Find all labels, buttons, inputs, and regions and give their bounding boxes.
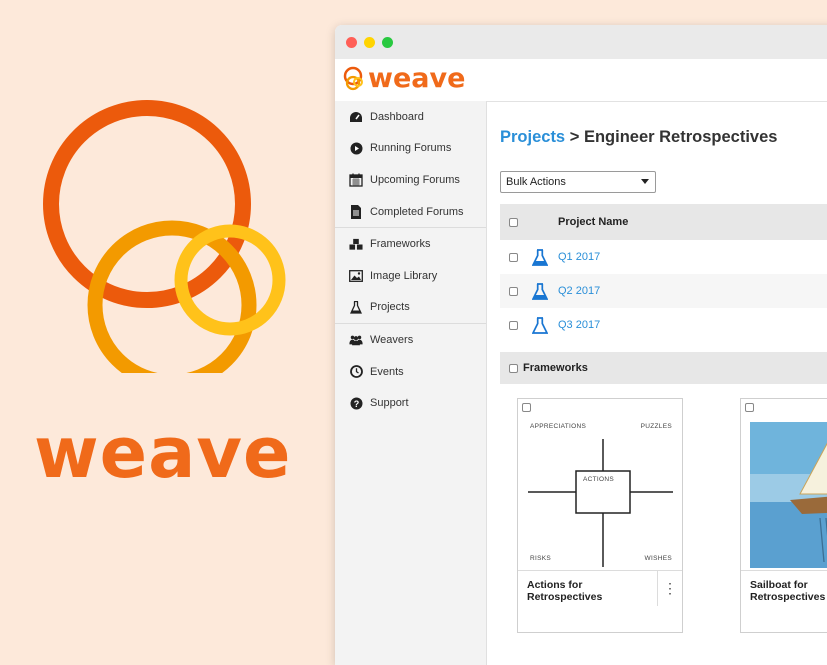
sidebar-item-projects[interactable]: Projects (335, 292, 486, 324)
main-content: Projects > Engineer Retrospectives Bulk … (487, 101, 827, 665)
project-link[interactable]: Q2 2017 (558, 285, 600, 297)
weave-rings-logo (43, 100, 286, 373)
sidebar-item-label: Running Forums (370, 142, 452, 155)
grid-label-top-right: PUZZLES (640, 423, 672, 430)
dashboard-icon (349, 110, 363, 124)
maximize-window-button[interactable] (382, 37, 393, 48)
sidebar-item-label: Image Library (370, 269, 438, 282)
card-footer: Sailboat for Retrospectives (741, 570, 827, 632)
project-link[interactable]: Q3 2017 (558, 319, 600, 331)
card-menu-button[interactable]: ⋮ (657, 571, 682, 606)
flask-icon (349, 300, 363, 314)
question-icon: ? (349, 396, 363, 410)
sidebar-item-frameworks[interactable]: Frameworks (335, 227, 486, 260)
app-logo-text: weave (368, 63, 466, 94)
sidebar-item-completed-forums[interactable]: Completed Forums (335, 196, 486, 228)
grid-label-center: ACTIONS (583, 476, 614, 483)
app-logo[interactable]: weave (342, 65, 465, 92)
sidebar-item-label: Upcoming Forums (370, 173, 460, 186)
sidebar-item-label: Projects (370, 301, 410, 314)
minimize-window-button[interactable] (364, 37, 375, 48)
sidebar-item-dashboard[interactable]: Dashboard (335, 101, 486, 133)
calendar-icon (349, 173, 363, 187)
sidebar-item-events[interactable]: Events (335, 356, 486, 388)
sidebar-item-support[interactable]: ? Support (335, 387, 486, 419)
frameworks-section-header: Frameworks (500, 352, 827, 384)
framework-card[interactable]: APPRECIATIONS PUZZLES ACTIONS RISKS WISH… (517, 398, 683, 633)
sailboat-thumbnail (750, 422, 827, 568)
sidebar-item-label: Weavers (370, 333, 414, 346)
row-checkbox[interactable] (509, 286, 518, 296)
sidebar-item-upcoming-forums[interactable]: Upcoming Forums (335, 164, 486, 196)
table-header: Project Name (500, 204, 827, 240)
select-all-checkbox[interactable] (509, 217, 518, 227)
svg-text:?: ? (353, 398, 359, 408)
sidebar-item-label: Frameworks (370, 238, 431, 251)
cubes-icon (349, 237, 363, 251)
sidebar-item-running-forums[interactable]: Running Forums (335, 133, 486, 165)
breadcrumb-separator: > (569, 128, 580, 146)
weave-rings-icon (343, 66, 363, 90)
play-circle-icon (349, 141, 363, 155)
table-row[interactable]: Q1 2017 (500, 240, 827, 274)
flask-icon (532, 282, 548, 300)
clock-icon (349, 365, 363, 379)
row-checkbox[interactable] (509, 252, 518, 262)
sidebar-item-label: Events (370, 365, 404, 378)
sidebar-item-label: Completed Forums (370, 205, 464, 218)
card-title: Actions for Retrospectives (527, 579, 603, 603)
grid-label-bottom-left: RISKS (530, 555, 552, 562)
users-icon (349, 333, 363, 347)
flask-icon (532, 316, 548, 334)
close-window-button[interactable] (346, 37, 357, 48)
card-checkbox[interactable] (745, 403, 754, 412)
sidebar-item-image-library[interactable]: Image Library (335, 260, 486, 292)
project-link[interactable]: Q1 2017 (558, 251, 600, 263)
sidebar-item-label: Dashboard (370, 110, 424, 123)
app-window: weave Dashboard Running Forums Upcoming … (335, 25, 827, 665)
row-checkbox[interactable] (509, 320, 518, 330)
table-row[interactable]: Q2 2017 (500, 274, 827, 308)
projects-table: Project Name Q1 2017 Q2 2017 Q3 2017 (500, 204, 827, 342)
grid-label-top-left: APPRECIATIONS (530, 423, 587, 430)
breadcrumb-projects-link[interactable]: Projects (500, 128, 565, 146)
breadcrumb: Projects > Engineer Retrospectives (500, 128, 777, 147)
title-bar (335, 25, 827, 59)
page-title: Engineer Retrospectives (583, 128, 778, 146)
card-footer: Actions for Retrospectives ⋮ (518, 570, 682, 632)
document-icon (349, 204, 363, 219)
bulk-actions-select[interactable]: Bulk Actions (500, 171, 656, 193)
sidebar: Dashboard Running Forums Upcoming Forums… (335, 101, 487, 665)
flask-icon (532, 248, 548, 266)
sidebar-item-weavers[interactable]: Weavers (335, 323, 486, 356)
app-header: weave (335, 59, 827, 102)
table-row[interactable]: Q3 2017 (500, 308, 827, 342)
framework-card[interactable]: Sailboat for Retrospectives (740, 398, 827, 633)
actions-grid-thumbnail: APPRECIATIONS PUZZLES ACTIONS RISKS WISH… (523, 411, 678, 573)
chevron-down-icon (641, 179, 649, 184)
sidebar-item-label: Support (370, 397, 409, 410)
frameworks-select-all-checkbox[interactable] (509, 363, 518, 373)
column-header-project-name: Project Name (558, 216, 629, 228)
image-icon (349, 269, 363, 283)
brand-wordmark: weave (34, 412, 292, 494)
card-title: Sailboat for Retrospectives (750, 579, 826, 603)
bulk-actions-value: Bulk Actions (506, 176, 566, 188)
grid-label-bottom-right: WISHES (644, 555, 672, 562)
frameworks-heading: Frameworks (523, 362, 588, 374)
